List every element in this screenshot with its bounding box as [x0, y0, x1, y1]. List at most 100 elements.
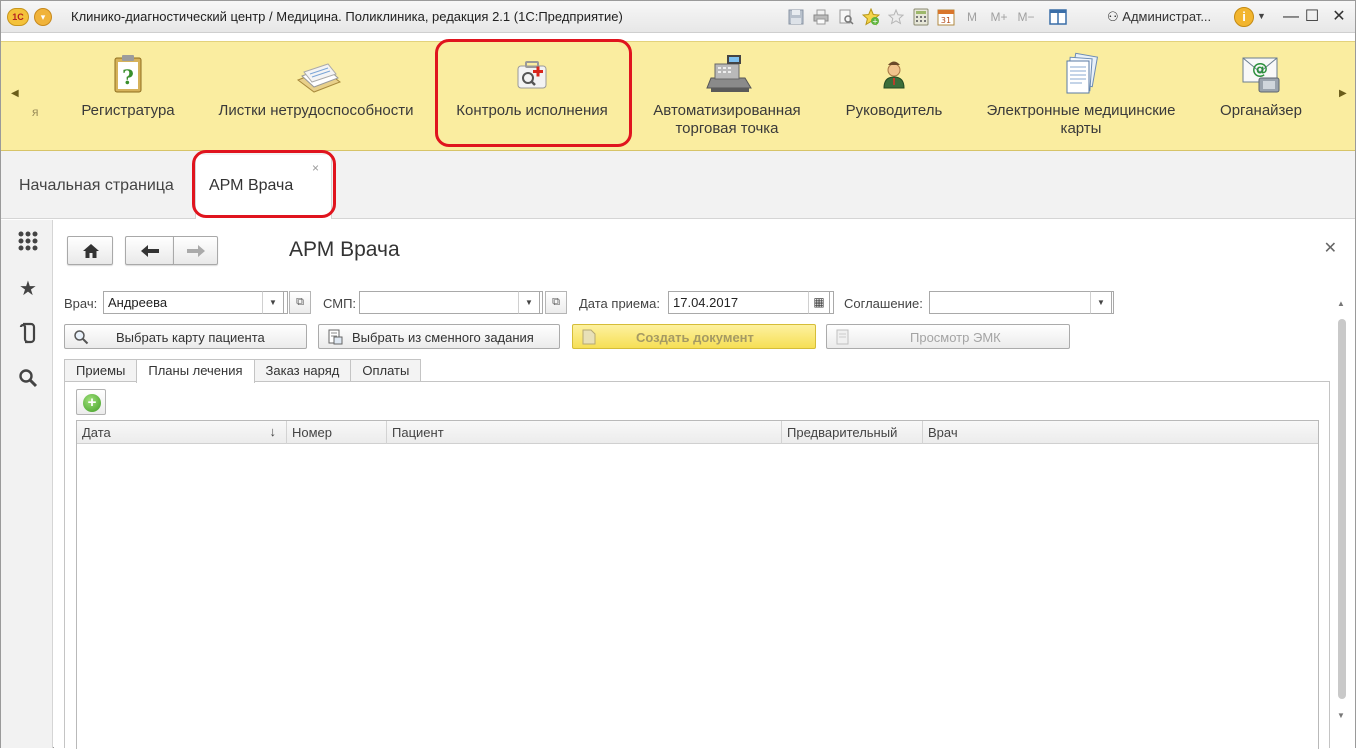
- title-bar: 1С ▾ Клинико-диагностический центр / Мед…: [1, 1, 1355, 33]
- section-manager[interactable]: Руководитель: [837, 52, 951, 120]
- add-icon: +: [83, 394, 101, 412]
- maximize-icon[interactable]: ☐: [1300, 6, 1324, 28]
- treatment-plans-table[interactable]: Дата ↓ Номер Пациент Предварительный Вра…: [76, 420, 1319, 749]
- scroll-up-icon[interactable]: ▲: [1337, 299, 1345, 308]
- highlight-section-execution-control: [435, 39, 632, 147]
- forward-button[interactable]: [173, 236, 218, 265]
- back-button[interactable]: [125, 236, 173, 265]
- form-title: АРМ Врача: [289, 238, 400, 261]
- tab-priemy[interactable]: Приемы: [64, 359, 138, 382]
- memory-plus-icon[interactable]: M+: [987, 7, 1011, 27]
- smp-label: СМП:: [323, 296, 357, 311]
- tab-oplaty[interactable]: Оплаты: [350, 359, 422, 382]
- column-header-number[interactable]: Номер: [287, 421, 387, 444]
- button-label: Просмотр ЭМК: [910, 330, 1001, 345]
- agreement-dropdown-icon[interactable]: ▼: [1090, 291, 1112, 314]
- info-icon[interactable]: i: [1234, 7, 1254, 27]
- section-label: Регистратура: [81, 102, 175, 119]
- calendar-icon[interactable]: 31: [935, 7, 957, 27]
- home-icon: [83, 244, 99, 258]
- smp-open-icon[interactable]: ⧉: [545, 291, 567, 314]
- history-icon[interactable]: [15, 322, 41, 348]
- search-icon: [74, 330, 89, 345]
- smp-dropdown-icon[interactable]: ▼: [518, 291, 540, 314]
- doctor-dropdown-icon[interactable]: ▼: [262, 291, 284, 314]
- left-toolbar: ★: [1, 220, 53, 748]
- svg-text:@: @: [1252, 59, 1268, 78]
- document-icon: [582, 329, 596, 345]
- scroll-right-icon[interactable]: ▶: [1339, 88, 1347, 99]
- print-preview-icon[interactable]: [835, 7, 857, 27]
- section-sick-leave[interactable]: Листки нетрудоспособности: [209, 52, 423, 120]
- column-header-doctor[interactable]: Врач: [923, 421, 1318, 444]
- sort-desc-icon: ↓: [269, 424, 277, 439]
- doctor-field[interactable]: Андреева: [103, 291, 288, 314]
- smp-field[interactable]: [359, 291, 543, 314]
- save-icon[interactable]: [785, 7, 807, 27]
- section-emk[interactable]: Электронные медицинские карты: [975, 52, 1187, 138]
- section-label-line2: торговая точка: [675, 120, 779, 137]
- section-registratura[interactable]: ? Регистратура: [71, 52, 185, 120]
- section-organizer[interactable]: @ Органайзер: [1211, 52, 1311, 120]
- choose-shift-task-button[interactable]: Выбрать из сменного задания: [318, 324, 560, 349]
- scroll-left-icon[interactable]: ◀: [11, 88, 19, 99]
- svg-text:?: ?: [122, 65, 134, 89]
- close-icon[interactable]: ✕: [1327, 6, 1351, 28]
- user-icon: ⚇: [1107, 9, 1119, 24]
- shift-task-icon: [328, 329, 343, 345]
- memory-m-icon[interactable]: M: [960, 7, 984, 27]
- view-emk-button[interactable]: Просмотр ЭМК: [826, 324, 1070, 349]
- table-header: Дата ↓ Номер Пациент Предварительный Вра…: [77, 421, 1318, 444]
- choose-patient-card-button[interactable]: Выбрать карту пациента: [64, 324, 307, 349]
- doctor-open-icon[interactable]: ⧉: [289, 291, 311, 314]
- search-icon[interactable]: [15, 368, 41, 394]
- sections-panel: ◀ я ? Регистратура Листки нетрудоспособн…: [1, 39, 1355, 151]
- section-label-line1: Автоматизированная: [653, 102, 801, 119]
- home-page-tab[interactable]: Начальная страница: [19, 177, 174, 195]
- section-pos[interactable]: Автоматизированная торговая точка: [641, 52, 813, 138]
- email-phone-icon: @: [1239, 52, 1283, 96]
- title-toolbar: + 31 M M+ M−: [785, 7, 1069, 27]
- scrollbar-thumb[interactable]: [1338, 319, 1346, 699]
- tab-zakaz-naryad[interactable]: Заказ наряд: [253, 359, 352, 382]
- home-button[interactable]: [67, 236, 113, 265]
- column-header-preliminary[interactable]: Предварительный: [782, 421, 923, 444]
- section-label: Листки нетрудоспособности: [218, 102, 414, 119]
- section-partial[interactable]: я: [32, 105, 39, 119]
- add-favorite-icon[interactable]: +: [860, 7, 882, 27]
- favorites-icon[interactable]: [885, 7, 907, 27]
- calendar-picker-icon[interactable]: ▦: [808, 291, 830, 314]
- panels-icon[interactable]: [1047, 7, 1069, 27]
- button-label: Выбрать из сменного задания: [352, 330, 534, 345]
- info-menu-arrow-icon[interactable]: ▼: [1257, 11, 1266, 21]
- cash-register-icon: [705, 52, 752, 96]
- memory-minus-icon[interactable]: M−: [1014, 7, 1038, 27]
- scroll-down-icon[interactable]: ▼: [1337, 711, 1345, 720]
- window-title: Клинико-диагностический центр / Медицина…: [71, 9, 623, 24]
- column-header-date[interactable]: Дата ↓: [77, 421, 287, 444]
- form-tabs: Приемы Планы лечения Заказ наряд Оплаты: [64, 359, 422, 383]
- back-arrow-icon: [141, 245, 159, 257]
- current-user[interactable]: ⚇ Администрат...: [1107, 9, 1211, 25]
- forward-arrow-icon: [187, 245, 205, 257]
- manager-icon: [872, 52, 916, 96]
- add-button[interactable]: +: [76, 389, 106, 415]
- favorites-star-icon[interactable]: ★: [15, 276, 41, 302]
- medical-cards-icon: [1059, 52, 1103, 96]
- form-vertical-scrollbar[interactable]: ▲ ▼: [1336, 299, 1348, 729]
- documents-icon: [294, 52, 342, 96]
- 1c-logo-icon[interactable]: 1С: [7, 8, 29, 26]
- all-functions-icon[interactable]: [15, 230, 41, 256]
- section-label-line2: карты: [1060, 120, 1102, 137]
- svg-text:+: +: [872, 18, 878, 26]
- print-icon[interactable]: [810, 7, 832, 27]
- agreement-field[interactable]: [929, 291, 1114, 314]
- section-label: Органайзер: [1220, 102, 1302, 119]
- tab-plany-lecheniya[interactable]: Планы лечения: [136, 359, 255, 383]
- create-document-button[interactable]: Создать документ: [572, 324, 816, 349]
- calculator-icon[interactable]: [910, 7, 932, 27]
- main-menu-button[interactable]: ▾: [34, 8, 52, 26]
- column-header-patient[interactable]: Пациент: [387, 421, 782, 444]
- form-close-icon[interactable]: ✕: [1324, 238, 1337, 258]
- user-name: Администрат...: [1122, 9, 1212, 24]
